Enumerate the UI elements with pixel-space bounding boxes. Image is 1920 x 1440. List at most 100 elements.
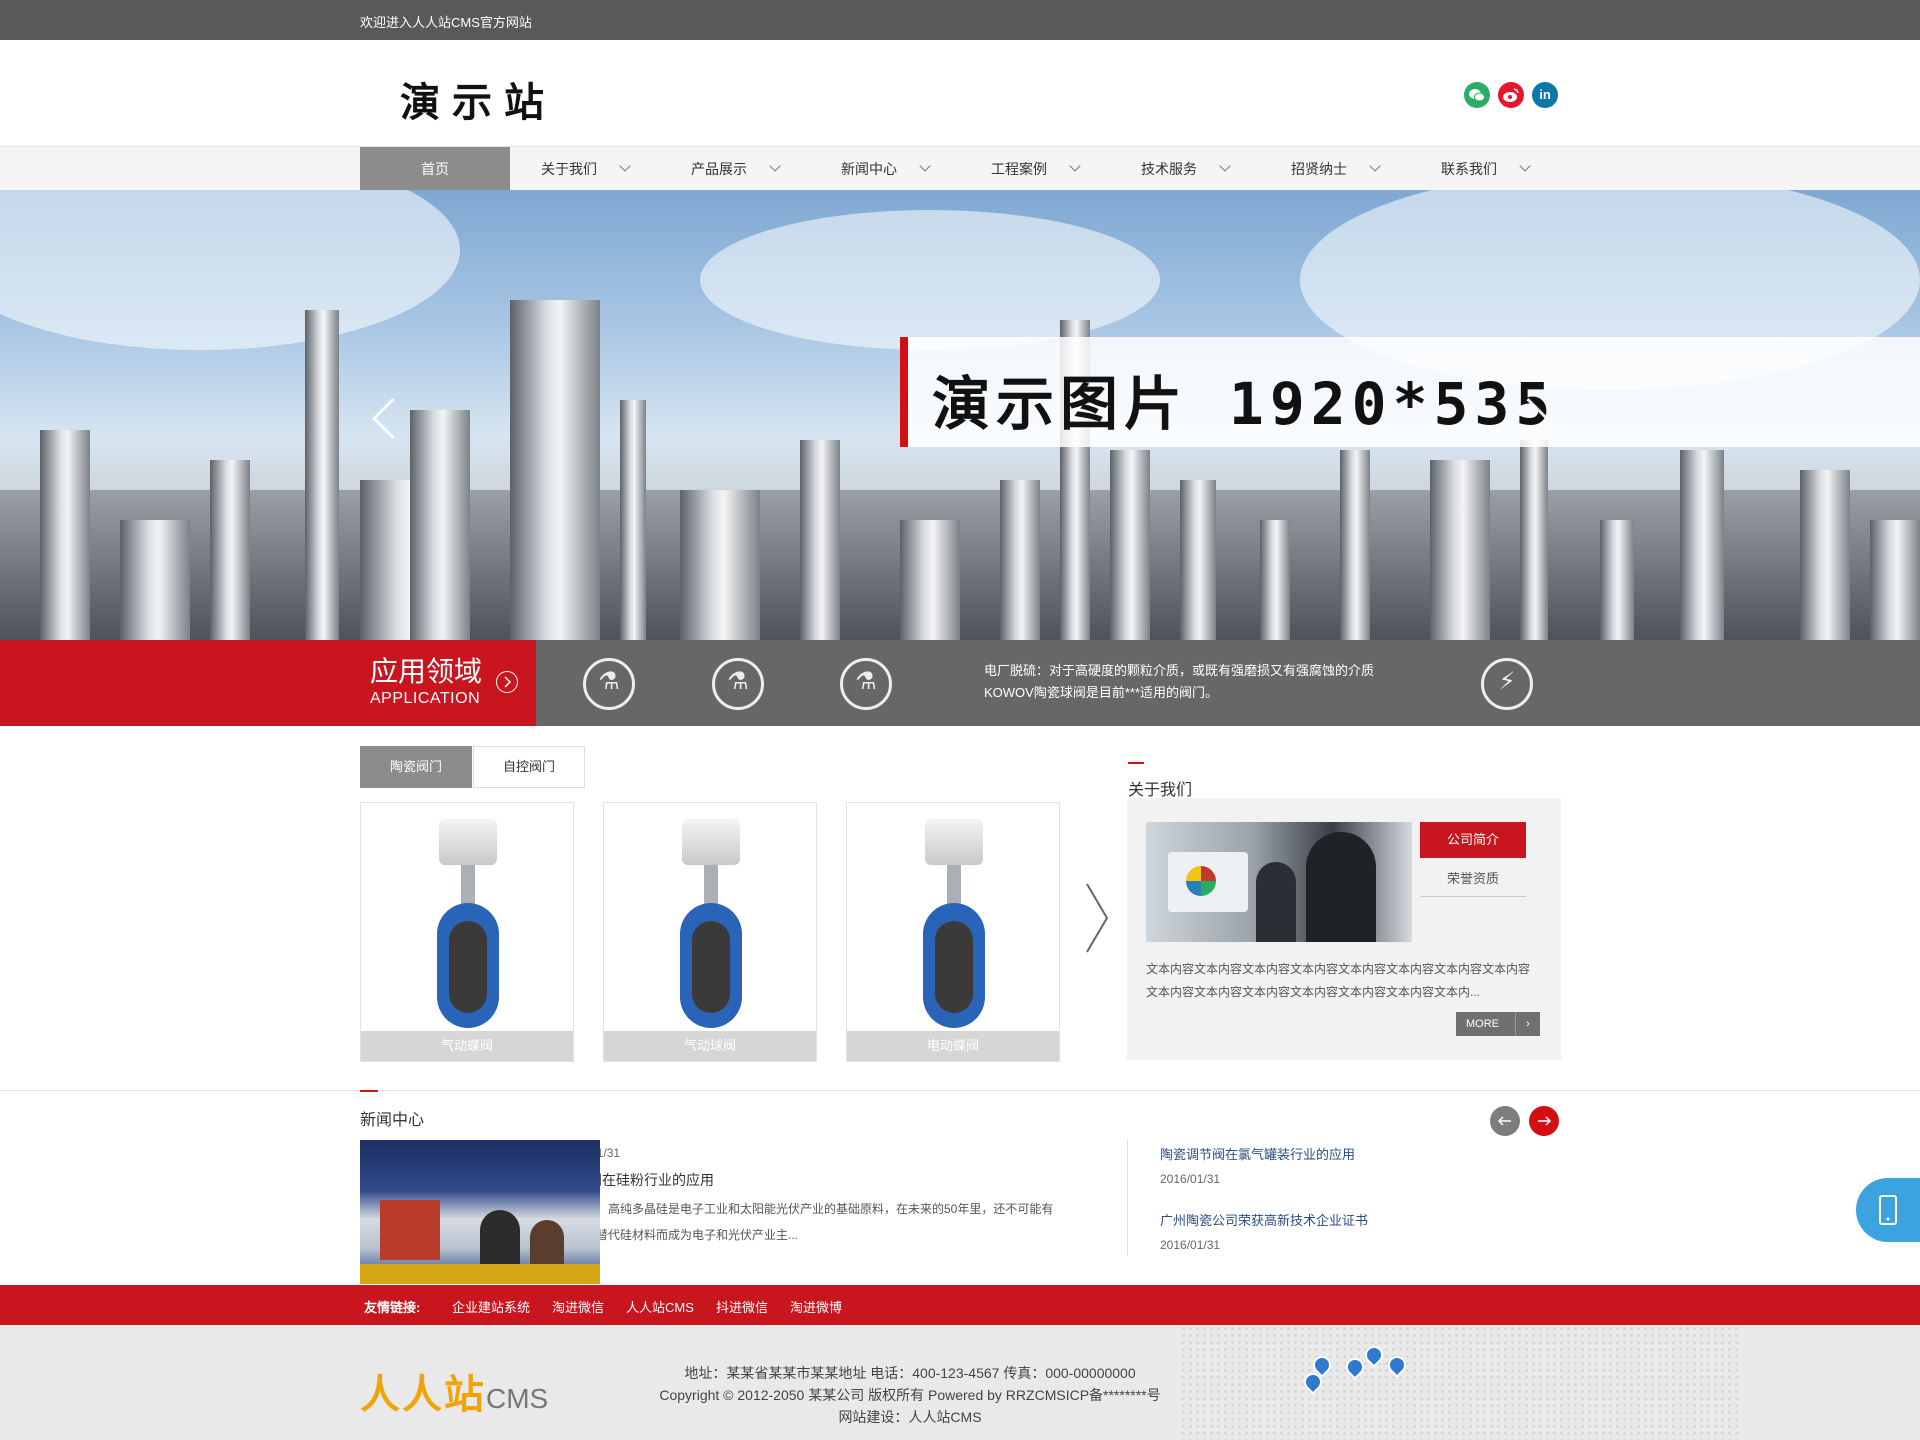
flask-icon[interactable]: ⚗ xyxy=(840,658,892,710)
weibo-icon[interactable] xyxy=(1498,82,1524,108)
plant-tower xyxy=(1680,450,1724,640)
plant-tower xyxy=(800,440,840,640)
caption-accent-bar xyxy=(900,337,908,447)
nav-item-home[interactable]: 首页 xyxy=(360,147,510,191)
nav-label: 工程案例 xyxy=(991,161,1047,177)
more-label: MORE xyxy=(1466,1018,1499,1030)
friend-link[interactable]: 淘进微博 xyxy=(790,1297,842,1316)
about-more-button[interactable]: MORE › xyxy=(1456,1012,1540,1036)
cloud xyxy=(700,210,1160,350)
product-card[interactable]: 电动蝶阀 xyxy=(846,802,1060,1062)
pie-chart-graphic xyxy=(1186,866,1216,896)
flask-icon[interactable]: ⚗ xyxy=(583,658,635,710)
chevron-right-icon: › xyxy=(1515,1012,1540,1036)
mobile-contact-float-button[interactable] xyxy=(1856,1178,1920,1242)
banner-caption: 演示图片 1920*535 xyxy=(932,370,1557,438)
plant-tower xyxy=(1340,450,1370,640)
mobile-phone-icon xyxy=(1879,1195,1897,1225)
site-logo[interactable]: 演示站 xyxy=(400,70,556,128)
news-image[interactable] xyxy=(360,1140,600,1284)
news-side-date: 2016/01/31 xyxy=(1160,1238,1221,1252)
nav-item-contact[interactable]: 联系我们 xyxy=(1410,147,1560,191)
tab-ceramic-valves[interactable]: 陶瓷阀门 xyxy=(360,746,472,788)
valve-disc xyxy=(935,921,973,1013)
person-silhouette xyxy=(1306,832,1376,942)
tab-control-valves[interactable]: 自控阀门 xyxy=(473,746,585,788)
about-image xyxy=(1146,822,1412,942)
flask-glyph: ⚗ xyxy=(598,668,620,695)
valve-stem xyxy=(461,865,475,905)
friend-link[interactable]: 企业建站系统 xyxy=(452,1297,530,1316)
product-card[interactable]: 气动球阀 xyxy=(603,802,817,1062)
tab-label: 自控阀门 xyxy=(502,759,555,774)
plant-tower xyxy=(1180,480,1216,640)
chevron-down-icon xyxy=(919,160,931,172)
valve-actuator xyxy=(925,819,983,865)
nav-item-jobs[interactable]: 招贤纳士 xyxy=(1260,147,1410,191)
plant-tower xyxy=(120,520,190,640)
valve-disc xyxy=(692,921,730,1013)
nav-label: 技术服务 xyxy=(1141,161,1197,177)
footer-address: 地址：某某省某某市某某地址 电话：400-123-4567 传真：000-000… xyxy=(684,1365,1136,1381)
wechat-icon[interactable] xyxy=(1464,82,1490,108)
chevron-down-icon xyxy=(1519,160,1531,172)
application-label[interactable]: 应用领域 APPLICATION xyxy=(0,640,536,726)
nav-item-about[interactable]: 关于我们 xyxy=(510,147,660,191)
lightning-icon[interactable]: ⚡ xyxy=(1481,658,1533,710)
linkedin-glyph: in xyxy=(1539,87,1551,102)
product-caption: 电动蝶阀 xyxy=(847,1031,1059,1061)
nav-label: 联系我们 xyxy=(1441,161,1497,177)
friend-link[interactable]: 人人站CMS xyxy=(626,1297,694,1316)
linkedin-icon[interactable]: in xyxy=(1532,82,1558,108)
application-title-en: APPLICATION xyxy=(370,690,481,707)
world-map-dots xyxy=(1180,1325,1740,1440)
about-tab-honors[interactable]: 荣誉资质 xyxy=(1420,862,1526,897)
nav-item-cases[interactable]: 工程案例 xyxy=(960,147,1110,191)
banner-caption-box: 演示图片 1920*535 xyxy=(900,337,1920,447)
flask-glyph: ⚗ xyxy=(855,668,877,695)
about-tab-company[interactable]: 公司简介 xyxy=(1420,822,1526,858)
friend-links-bar: 友情链接: 企业建站系统 淘进微信 人人站CMS 抖进微信 淘进微博 xyxy=(0,1285,1920,1325)
plant-tower xyxy=(210,460,250,640)
banner-prev-arrow[interactable] xyxy=(371,397,414,440)
flask-icon[interactable]: ⚗ xyxy=(712,658,764,710)
product-card[interactable]: 气动蝶阀 xyxy=(360,802,574,1062)
news-side-title[interactable]: 广州陶瓷公司荣获高新技术企业证书 xyxy=(1160,1210,1368,1229)
chevron-down-icon xyxy=(619,160,631,172)
friend-link[interactable]: 抖进微信 xyxy=(716,1297,768,1316)
cloud xyxy=(0,190,460,350)
footer-copyright: Copyright © 2012-2050 某某公司 版权所有 Powered … xyxy=(659,1387,1161,1403)
plant-tower xyxy=(620,400,646,640)
product-caption: 气动球阀 xyxy=(604,1031,816,1061)
footer-logo[interactable]: 人人站CMS xyxy=(360,1362,548,1420)
application-desc-line: KOWOV陶瓷球阀是目前***适用的阀门。 xyxy=(984,685,1219,700)
valve-stem xyxy=(704,865,718,905)
welcome-text: 欢迎进入人人站CMS官方网站 xyxy=(360,15,532,30)
news-next-button[interactable] xyxy=(1529,1106,1559,1136)
valve-disc xyxy=(449,921,487,1013)
application-title-cn: 应用领域 xyxy=(370,656,483,687)
footer-logo-main: 人人站 xyxy=(360,1373,486,1417)
application-description: 电厂脱硫：对于高硬度的颗粒介质，或既有强磨损又有强腐蚀的介质 KOWOV陶瓷球阀… xyxy=(984,660,1374,704)
nav-label: 新闻中心 xyxy=(841,161,897,177)
news-prev-button[interactable] xyxy=(1490,1106,1520,1136)
plant-tower xyxy=(680,490,760,640)
nav-item-news[interactable]: 新闻中心 xyxy=(810,147,960,191)
plant-tower xyxy=(1000,480,1040,640)
about-title: 关于我们 xyxy=(1128,782,1193,799)
nav-label: 招贤纳士 xyxy=(1291,161,1347,177)
nav-item-service[interactable]: 技术服务 xyxy=(1110,147,1260,191)
plant-tower xyxy=(1430,460,1490,640)
plant-tower xyxy=(410,410,470,640)
friend-link[interactable]: 淘进微信 xyxy=(552,1297,604,1316)
product-caption: 气动蝶阀 xyxy=(361,1031,573,1061)
news-side-title[interactable]: 陶瓷调节阀在氯气罐装行业的应用 xyxy=(1160,1144,1355,1163)
footer-built-by[interactable]: 网站建设：人人站CMS xyxy=(560,1407,1260,1427)
products-next-arrow[interactable] xyxy=(1084,882,1110,959)
presentation-screen xyxy=(1168,852,1248,912)
nav-label: 关于我们 xyxy=(541,161,597,177)
nav-item-products[interactable]: 产品展示 xyxy=(660,147,810,191)
main-nav: 首页 关于我们 产品展示 新闻中心 工程案例 技术服务 招贤纳士 联系我们 xyxy=(0,146,1920,192)
nav-label: 产品展示 xyxy=(691,161,747,177)
exhibit-floor xyxy=(360,1264,600,1284)
